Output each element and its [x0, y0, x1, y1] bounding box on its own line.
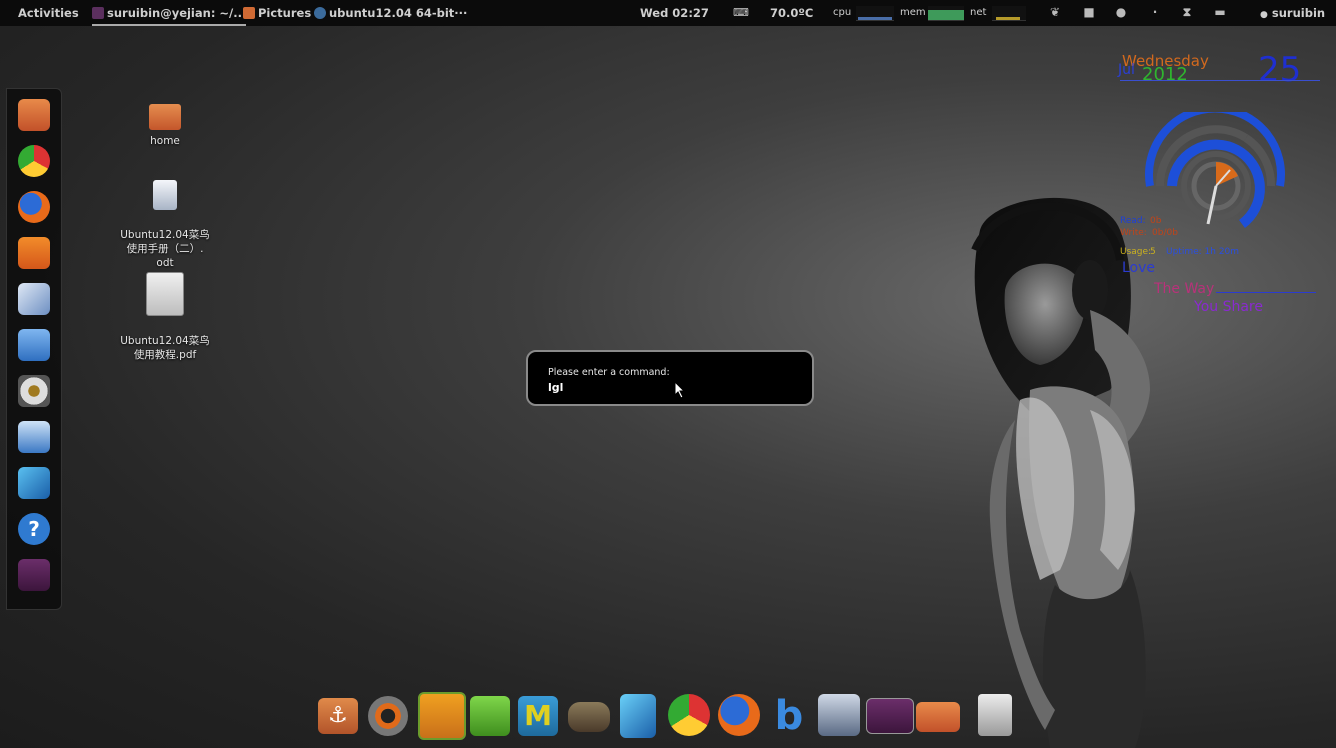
conky-quote-love: Love: [1122, 260, 1156, 276]
weather-icon[interactable]: ❦: [1048, 5, 1062, 19]
software-icon[interactable]: [470, 696, 510, 736]
settings-icon[interactable]: [368, 696, 408, 736]
terminal-icon[interactable]: [866, 698, 914, 734]
cpu-label: cpu: [833, 7, 852, 18]
user-menu[interactable]: ● suruibin: [1260, 0, 1325, 26]
odt-document-icon: [153, 180, 177, 210]
bluetooth-icon[interactable]: ·: [1148, 5, 1162, 19]
clock[interactable]: Wed 02:27: [640, 0, 709, 26]
net-graph: [992, 6, 1026, 21]
conky-quote-you-share: You Share: [1194, 299, 1263, 315]
desktop-icon-label: Ubuntu12.04菜鸟 使用教程.pdf: [120, 335, 210, 361]
conky-read-value: 0b: [1150, 216, 1162, 226]
conky-widget: Wednesday Jul 2012 25 Read: 0b Write: 0b…: [1110, 44, 1330, 324]
window-button-vmware[interactable]: ubuntu12.04 64-bit···: [314, 0, 467, 26]
conky-quote-the-way: The Way: [1154, 281, 1215, 297]
pidgin-icon[interactable]: [418, 692, 466, 740]
trash-icon[interactable]: [978, 694, 1012, 736]
run-dialog-prompt: Please enter a command:: [548, 367, 670, 378]
pdf-document-icon: [146, 272, 184, 316]
top-panel: Activities suruibin@yejian: ~/... Pictur…: [0, 0, 1336, 26]
chrome-icon[interactable]: [18, 145, 50, 177]
desktop-icon-home[interactable]: home: [120, 104, 210, 148]
window-button-terminal[interactable]: suruibin@yejian: ~/...: [92, 0, 247, 26]
conky-uptime: Uptime: 1h 20m: [1166, 247, 1240, 257]
battery-icon[interactable]: ⧗: [1180, 5, 1194, 19]
home-folder-icon[interactable]: [916, 702, 960, 732]
left-launcher: ?: [6, 88, 62, 610]
mem-graph: [928, 6, 964, 21]
network-icon[interactable]: ●: [1114, 5, 1128, 19]
conky-read-label: Read:: [1120, 216, 1146, 226]
cpu-graph: [856, 6, 894, 21]
gimp-icon[interactable]: [568, 702, 610, 732]
temperature-readout: 70.0ºC: [770, 6, 814, 20]
vm-icon: [314, 7, 326, 19]
mouse-cursor-icon: [674, 381, 686, 399]
software-center-icon[interactable]: [18, 237, 50, 269]
desktop-icon-label: home: [150, 135, 180, 147]
chat-icon[interactable]: [18, 329, 50, 361]
user-status-icon: ●: [1260, 10, 1268, 20]
document-icon[interactable]: [18, 467, 50, 499]
terminal-icon[interactable]: [18, 559, 50, 591]
window-button-pictures[interactable]: Pictures: [243, 0, 311, 26]
conky-write-value: 0b/0b: [1152, 228, 1178, 238]
command-input[interactable]: [548, 380, 788, 394]
volume-icon[interactable]: ▬: [1213, 5, 1227, 19]
conky-usage-label: Usage:: [1120, 247, 1152, 257]
conky-quote-line: [1216, 292, 1316, 293]
home-folder-icon: [149, 104, 181, 130]
image-viewer-icon[interactable]: [18, 421, 50, 453]
keyboard-icon[interactable]: ⌨: [733, 0, 749, 26]
chrome-icon[interactable]: [668, 694, 710, 736]
conky-write-label: Write:: [1120, 228, 1147, 238]
conky-usage-value: 5: [1150, 247, 1156, 257]
terminal-icon: [92, 7, 104, 19]
audio-icon[interactable]: [18, 375, 50, 407]
conky-date: 25: [1258, 50, 1302, 90]
desktop-icon-pdf[interactable]: Ubuntu12.04菜鸟 使用教程.pdf: [120, 258, 210, 376]
m-icon[interactable]: M: [518, 696, 558, 736]
run-command-dialog: Please enter a command:: [526, 350, 814, 406]
firefox-icon[interactable]: [718, 694, 760, 736]
activities-button[interactable]: Activities: [18, 0, 79, 26]
firefox-icon[interactable]: [18, 191, 50, 223]
mail-icon[interactable]: [18, 283, 50, 315]
video-icon[interactable]: [818, 694, 860, 736]
document-icon[interactable]: [620, 694, 656, 738]
anchor-icon[interactable]: ⚓: [318, 698, 358, 734]
files-icon[interactable]: ■: [1082, 5, 1096, 19]
help-icon[interactable]: ?: [18, 513, 50, 545]
conky-date-line: [1120, 80, 1320, 81]
mem-label: mem: [900, 7, 926, 18]
folder-icon: [243, 7, 255, 19]
b-icon[interactable]: b: [770, 696, 808, 736]
net-label: net: [970, 7, 987, 18]
conky-month: Jul: [1118, 62, 1135, 78]
conky-year: 2012: [1142, 64, 1188, 85]
home-folder-icon[interactable]: [18, 99, 50, 131]
